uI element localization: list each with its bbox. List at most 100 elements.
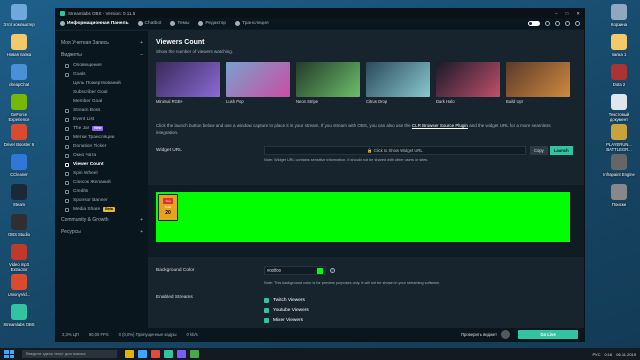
taskbar-app-icon[interactable] [164, 350, 173, 358]
desktop-shortcut[interactable]: Steam [2, 184, 36, 207]
desktop-shortcut[interactable]: Этот компьютер [2, 4, 36, 27]
desktop-shortcut[interactable]: Текстовый документ [602, 94, 636, 122]
sidebar-community[interactable]: Community & Growth + [61, 214, 143, 226]
checkbox-youtube[interactable]: Youtube Viewers [264, 305, 309, 315]
language-indicator[interactable]: РУС [592, 352, 600, 357]
start-button[interactable] [4, 350, 14, 358]
theme-thumbnail[interactable]: Build Up! [506, 62, 570, 104]
sidebar-account[interactable]: Моя Учетная Запись + [61, 37, 143, 49]
desktop-shortcut[interactable]: Video mp3 Extractor [2, 244, 36, 272]
close-button[interactable]: ✕ [576, 11, 580, 17]
sidebar-item[interactable]: Media Share Beta [61, 205, 143, 214]
sidebar-item[interactable]: Credits [61, 187, 143, 196]
shortcut-icon [11, 184, 27, 200]
widget-icon [65, 144, 69, 149]
clock-date[interactable]: 06.11.2019 [616, 352, 636, 357]
sidebar-widgets[interactable]: Виджеты – [61, 49, 143, 61]
theme-thumbnail[interactable]: Citrus Drop [366, 62, 430, 104]
desktop-shortcut[interactable]: Streamlabs OBS [2, 304, 36, 327]
clock-time[interactable]: 0:16 [604, 352, 612, 357]
widget-icon [65, 135, 69, 140]
theme-thumbnail[interactable]: Minimal RGB+ [156, 62, 220, 104]
sidebar-item[interactable]: Event List [61, 115, 143, 124]
sidebar-item[interactable]: Цель Пожертвований [61, 79, 143, 88]
sidebar-item[interactable]: Stream Boss [61, 106, 143, 115]
sidebar-item[interactable]: Метки Трансляции [61, 133, 143, 142]
nav-dashboard[interactable]: Информационная Панель [60, 21, 129, 26]
sidebar-item-label: Stream Boss [73, 108, 101, 113]
shortcut-icon [11, 244, 27, 260]
sidebar-item[interactable]: Окно Чата [61, 151, 143, 160]
go-live-button[interactable]: Go Live [518, 330, 578, 339]
desktop-shortcut[interactable]: PLAYERUN... BATTLEGR... [602, 124, 636, 152]
desktop-shortcut[interactable]: Корзина [602, 4, 636, 27]
logout-icon[interactable] [575, 21, 580, 26]
streamlabs-window: Streamlabs OBS - Version: 0.11.5 – □ ✕ И… [55, 8, 585, 342]
minimize-button[interactable]: – [555, 11, 558, 17]
taskbar-app-icon[interactable] [138, 350, 147, 358]
nav-chatbot[interactable]: Chatbot [137, 21, 161, 26]
theme-thumbnail[interactable]: Lush Pop [226, 62, 290, 104]
taskbar-app-icon[interactable] [125, 350, 134, 358]
checkbox-twitch[interactable]: Twitch Viewers [264, 295, 309, 305]
desktop-shortcut[interactable]: Driver Booster 6 [2, 124, 36, 147]
sidebar-item[interactable]: Список Желаний [61, 178, 143, 187]
shortcut-icon [11, 34, 27, 50]
maximize-button[interactable]: □ [566, 11, 569, 17]
shortcut-icon [611, 184, 627, 200]
desktop-shortcut[interactable]: OBS Studio [2, 214, 36, 237]
sidebar-item-label: Donation Ticker [73, 144, 107, 149]
checkbox-mixer[interactable]: Mixer Viewers [264, 315, 309, 325]
sidebar-item[interactable]: Goals [61, 70, 143, 79]
desktop-shortcut[interactable]: Infrapaint Engine [602, 154, 636, 177]
background-color-label: Background Color [156, 268, 195, 273]
settings-icon[interactable] [565, 21, 570, 26]
theme-thumbnail[interactable]: Neon Stripe [296, 62, 360, 104]
bug-icon[interactable] [555, 21, 560, 26]
clr-plugin-link[interactable]: CLR Browser Source Plugin [412, 123, 468, 128]
taskbar-app-icon[interactable] [177, 350, 186, 358]
sidebar-resources[interactable]: Ресурсы + [61, 226, 143, 238]
help-icon[interactable] [545, 21, 550, 26]
test-widget-button[interactable]: Проверить виджет [461, 332, 497, 337]
sidebar-item[interactable]: Member Goal [61, 97, 143, 106]
sidebar-item[interactable]: Donation Ticker [61, 142, 143, 151]
nav-live[interactable]: Трансляция [235, 21, 269, 26]
sidebar-item[interactable]: Subscriber Goal [61, 88, 143, 97]
nav-themes[interactable]: Темы [170, 21, 189, 26]
sidebar-item[interactable]: Viewer Count [61, 160, 143, 169]
widget-icon [65, 153, 69, 158]
desktop-shortcut[interactable]: Поиски [602, 184, 636, 207]
sidebar-item[interactable]: Оповещения [61, 61, 143, 70]
shortcut-label: Streamlabs OBS [3, 322, 35, 327]
shortcut-label: PLAYERUN... BATTLEGR... [606, 142, 632, 152]
desktop-shortcut[interactable]: cheapChat [2, 64, 36, 87]
nav-editor[interactable]: Редактор [198, 21, 226, 26]
thumbnail-image [226, 62, 290, 97]
widget-url-field[interactable]: 🔒 Click to Show Widget URL [264, 146, 526, 155]
taskbar-search[interactable]: Введите здесь текст для поиска [22, 350, 117, 358]
sidebar-item[interactable]: The Jar New [61, 124, 143, 133]
theme-thumbnail[interactable]: Dark Halo [436, 62, 500, 104]
help-icon[interactable]: ? [330, 268, 335, 273]
sidebar-item[interactable]: Sponsor Banner [61, 196, 143, 205]
taskbar-app-icon[interactable] [151, 350, 160, 358]
record-button[interactable] [501, 330, 510, 339]
desktop-shortcut[interactable]: CCleaner [2, 154, 36, 177]
desktop-shortcut[interactable]: Dota 2 [602, 64, 636, 87]
theme-toggle[interactable] [528, 21, 540, 26]
launch-button[interactable]: Launch [549, 146, 573, 155]
color-swatch[interactable] [317, 267, 323, 274]
taskbar-app-icon[interactable] [190, 350, 199, 358]
desktop-shortcut[interactable]: Новая папка [2, 34, 36, 57]
sidebar-item[interactable]: Spin Wheel [61, 169, 143, 178]
desktop-shortcut[interactable]: UnionyVid... [2, 274, 36, 297]
desktop-shortcut[interactable]: папка 1 [602, 34, 636, 57]
copy-button[interactable]: Copy [530, 146, 548, 155]
thumbnail-caption: Build Up! [506, 99, 523, 104]
background-color-input[interactable]: #00ff00 [264, 266, 326, 275]
shortcut-label: Поиски [612, 202, 626, 207]
shortcut-label: Driver Booster 6 [3, 142, 35, 147]
desktop-shortcut[interactable]: GeForce Experience [2, 94, 36, 122]
widget-url-row: Widget URL 🔒 Click to Show Widget URL Co… [156, 146, 576, 155]
